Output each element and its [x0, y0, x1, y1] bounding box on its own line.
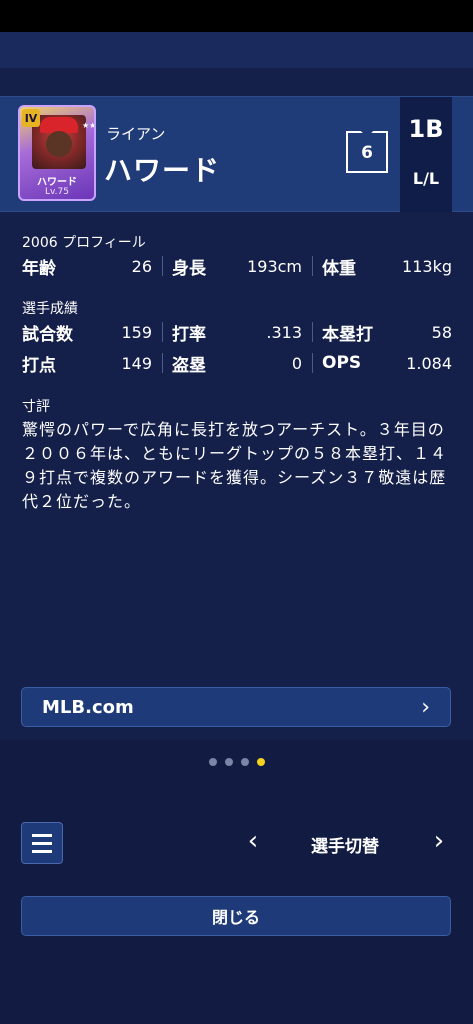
- height-label: 身長: [172, 258, 206, 279]
- games-label: 試合数: [22, 324, 73, 345]
- page-dot[interactable]: [208, 758, 217, 766]
- page-dot[interactable]: [240, 758, 249, 766]
- review-title: 寸評: [22, 399, 50, 415]
- height-value: 193cm: [247, 256, 302, 276]
- avg-value: .313: [266, 322, 302, 342]
- hr-label: 本塁打: [322, 324, 373, 345]
- player-position: 1B: [408, 115, 444, 143]
- player-face: [46, 131, 72, 157]
- avg-label: 打率: [172, 324, 206, 345]
- player-card[interactable]: IV ★★★★★★★ ハワード Lv.75: [18, 105, 96, 201]
- jersey-number: 6: [361, 143, 373, 163]
- mlb-link-label: MLB.com: [42, 696, 134, 718]
- menu-icon: [32, 834, 52, 837]
- card-stars: ★★★★★★★: [82, 121, 96, 130]
- hr-value: 58: [431, 322, 452, 342]
- card-level: Lv.75: [45, 187, 69, 197]
- stats-row-1: 試合数 159 打率 .313 本塁打 58: [22, 320, 452, 345]
- weight-label: 体重: [322, 258, 356, 279]
- divider: [312, 256, 313, 276]
- review-text: 驚愕のパワーで広角に長打を放つアーチスト。３年目の２００６年は、ともにリーグトッ…: [22, 420, 448, 511]
- divider: [312, 353, 313, 373]
- weight-value: 113kg: [402, 256, 452, 276]
- sb-value: 0: [291, 353, 302, 373]
- bats-throws: L/L: [412, 169, 440, 188]
- sb-label: 盗塁: [172, 355, 206, 376]
- divider: [162, 353, 163, 373]
- chevron-right-icon: ›: [421, 695, 430, 720]
- stats-row-2: 打点 149 盗塁 0 OPS 1.084: [22, 351, 452, 376]
- status-bar: [0, 0, 473, 32]
- menu-icon: [32, 850, 52, 853]
- prev-player-button[interactable]: ‹: [238, 826, 268, 860]
- age-value: 26: [131, 256, 152, 276]
- page-dot[interactable]: [224, 758, 233, 766]
- next-player-button[interactable]: ›: [424, 826, 454, 860]
- mlb-link-button[interactable]: MLB.com ›: [21, 687, 451, 727]
- close-button[interactable]: 閉じる: [21, 896, 451, 936]
- rbi-label: 打点: [22, 355, 56, 376]
- page-dot-active[interactable]: [256, 758, 265, 766]
- player-first-name: ライアン: [106, 125, 166, 143]
- card-name: ハワード: [37, 177, 77, 188]
- player-header: IV ★★★★★★★ ハワード Lv.75 ライアン ハワード 6 1B L/L: [0, 96, 473, 212]
- rbi-value: 149: [121, 353, 152, 373]
- stats-title: 選手成績: [22, 301, 78, 317]
- divider: [312, 322, 313, 342]
- profile-row: 年齢 26 身長 193cm 体重 113kg: [22, 254, 452, 279]
- menu-icon: [32, 842, 52, 845]
- divider: [162, 322, 163, 342]
- card-rank-badge: IV: [22, 109, 40, 127]
- profile-title: 2006 プロフィール: [22, 235, 146, 251]
- age-label: 年齢: [22, 258, 56, 279]
- top-band-spacer: [0, 68, 473, 96]
- top-band: [0, 32, 473, 68]
- ops-label: OPS: [322, 353, 362, 373]
- games-value: 159: [121, 322, 152, 342]
- page-indicator: [0, 758, 473, 770]
- divider: [162, 256, 163, 276]
- position-panel: 1B L/L: [400, 97, 452, 212]
- player-switch-label: 選手切替: [311, 837, 379, 857]
- bottom-panel: [0, 740, 473, 1024]
- player-last-name: ハワード: [104, 154, 221, 187]
- ops-value: 1.084: [406, 353, 452, 373]
- menu-button[interactable]: [21, 822, 63, 864]
